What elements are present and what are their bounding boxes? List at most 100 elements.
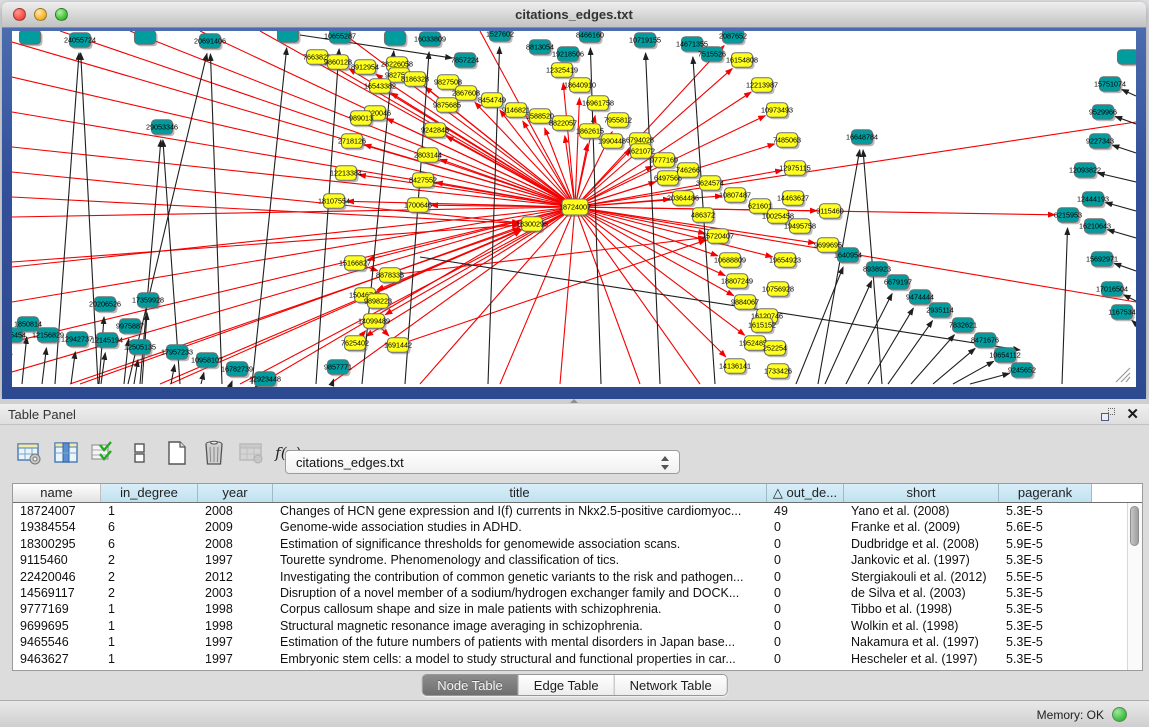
table-cell[interactable]: 1 xyxy=(101,618,198,634)
graph-node[interactable]: 8938923 xyxy=(863,262,891,279)
table-cell[interactable]: 9699695 xyxy=(13,618,101,634)
graph-node[interactable]: 1990448 xyxy=(598,134,626,151)
graph-node[interactable]: 8878335 xyxy=(376,268,404,285)
graph-node[interactable] xyxy=(1118,50,1137,67)
graph-node[interactable]: 1615152 xyxy=(748,318,776,335)
table-cell[interactable]: de Silva et al. (2003) xyxy=(844,585,999,601)
table-cell[interactable]: 0 xyxy=(767,585,844,601)
table-row[interactable]: 2242004622012Investigating the contribut… xyxy=(13,569,1127,585)
graph-node[interactable]: 14463627 xyxy=(777,191,809,208)
table-cell[interactable]: 1997 xyxy=(198,634,273,650)
table-row[interactable]: 946554611997Estimation of the future num… xyxy=(13,634,1127,650)
table-cell[interactable]: 2003 xyxy=(198,585,273,601)
select-columns-icon[interactable] xyxy=(90,440,116,466)
graph-node[interactable]: 12975115 xyxy=(779,161,810,178)
graph-node[interactable]: 9245652 xyxy=(1008,363,1036,380)
graph-node[interactable]: 9529966 xyxy=(1089,105,1117,122)
graph-node[interactable]: 1691442 xyxy=(384,338,412,355)
delete-table-icon[interactable] xyxy=(201,440,227,466)
graph-node[interactable]: 10973493 xyxy=(761,103,793,120)
graph-node[interactable]: 9115460 xyxy=(816,204,843,221)
graph-node[interactable]: 19654923 xyxy=(769,253,801,270)
graph-node[interactable]: 10719155 xyxy=(629,33,661,50)
graph-node[interactable]: 8471676 xyxy=(971,333,999,350)
table-cell[interactable]: 0 xyxy=(767,536,844,552)
table-cell[interactable]: 1998 xyxy=(198,601,273,617)
table-cell[interactable]: Structural magnetic resonance image aver… xyxy=(273,618,767,634)
graph-node[interactable]: 8813054 xyxy=(526,40,554,57)
table-row[interactable]: 1938455462009Genome-wide association stu… xyxy=(13,519,1127,535)
graph-node[interactable]: 15692971 xyxy=(1086,252,1118,269)
graph-node[interactable]: 7515526 xyxy=(698,47,726,64)
graph-node[interactable] xyxy=(135,31,158,46)
graph-node[interactable]: 12156829 xyxy=(32,328,64,345)
graph-node[interactable]: 16210643 xyxy=(1079,219,1111,236)
graph-node[interactable] xyxy=(385,31,408,47)
graph-node[interactable]: 8822057 xyxy=(549,116,577,133)
float-window-icon[interactable] xyxy=(1101,408,1115,421)
new-table-icon[interactable] xyxy=(164,440,190,466)
graph-node[interactable]: 10655287 xyxy=(324,31,356,45)
graph-node[interactable]: 12942737 xyxy=(61,332,93,349)
graph-node[interactable]: 1527602 xyxy=(486,31,514,43)
table-row[interactable]: 1830029562008Estimation of significance … xyxy=(13,536,1127,552)
graph-node[interactable]: 9777169 xyxy=(650,153,678,170)
table-cell[interactable]: 1 xyxy=(101,651,198,667)
table-cell[interactable]: Tourette syndrome. Phenomenology and cla… xyxy=(273,552,767,568)
graph-node[interactable]: 8466160 xyxy=(576,31,604,44)
graph-node[interactable]: 486372 xyxy=(691,208,715,225)
table-cell[interactable]: Disruption of a novel member of a sodium… xyxy=(273,585,767,601)
table-cell[interactable]: 1998 xyxy=(198,618,273,634)
table-cell[interactable]: 5.3E-5 xyxy=(999,618,1092,634)
graph-node[interactable]: 10958107 xyxy=(191,353,223,370)
table-row[interactable]: 911546021997Tourette syndrome. Phenomeno… xyxy=(13,552,1127,568)
graph-node[interactable]: 2935114 xyxy=(926,303,953,320)
divider-handle-icon[interactable] xyxy=(570,399,578,403)
table-settings-icon[interactable] xyxy=(16,440,42,466)
table-cell[interactable]: 0 xyxy=(767,569,844,585)
table-cell[interactable]: 5.3E-5 xyxy=(999,503,1092,519)
table-cell[interactable]: 49 xyxy=(767,503,844,519)
graph-node[interactable]: 20691406 xyxy=(194,34,226,51)
graph-node[interactable]: 8186328 xyxy=(401,72,429,89)
table-cell[interactable]: Dudbridge et al. (2008) xyxy=(844,536,999,552)
table-cell[interactable]: Stergiakouli et al. (2012) xyxy=(844,569,999,585)
column-header-short[interactable]: short xyxy=(844,484,999,502)
table-cell[interactable]: Jankovic et al. (1997) xyxy=(844,552,999,568)
rows-icon[interactable] xyxy=(127,440,153,466)
graph-node[interactable]: 12325419 xyxy=(546,63,578,80)
table-cell[interactable]: Genome-wide association studies in ADHD. xyxy=(273,519,767,535)
table-cell[interactable]: Tibbo et al. (1998) xyxy=(844,601,999,617)
table-cell[interactable]: 2 xyxy=(101,585,198,601)
graph-node[interactable] xyxy=(278,31,301,44)
table-cell[interactable]: Estimation of the future numbers of pati… xyxy=(273,634,767,650)
column-header-year[interactable]: year xyxy=(198,484,273,502)
graph-node[interactable]: 252254 xyxy=(763,341,787,358)
graph-node[interactable]: 16543382 xyxy=(364,79,396,96)
graph-node[interactable]: 19495758 xyxy=(784,219,816,236)
graph-node[interactable]: 16033809 xyxy=(414,32,446,49)
graph-node[interactable]: 7485063 xyxy=(773,133,801,150)
tab-node-table[interactable]: Node Table xyxy=(422,675,519,695)
graph-node[interactable]: 18107554 xyxy=(318,194,350,211)
close-panel-icon[interactable]: ✕ xyxy=(1126,406,1139,423)
table-row[interactable]: 946362711997Embryonic stem cells: a mode… xyxy=(13,651,1127,667)
graph-node[interactable]: 9857771 xyxy=(324,360,352,377)
column-header-in_degree[interactable]: in_degree xyxy=(101,484,198,502)
table-cell[interactable]: Embryonic stem cells: a model to study s… xyxy=(273,651,767,667)
table-cell[interactable]: Franke et al. (2009) xyxy=(844,519,999,535)
graph-node[interactable]: 9875685 xyxy=(433,98,461,115)
graph-node[interactable]: 10756928 xyxy=(762,282,794,299)
graph-node[interactable]: 17359928 xyxy=(132,293,164,310)
table-cell[interactable]: Estimation of significance thresholds fo… xyxy=(273,536,767,552)
graph-node[interactable]: 2718126 xyxy=(338,134,366,151)
graph-node[interactable]: 6679197 xyxy=(884,275,912,292)
graph-node[interactable]: 9699695 xyxy=(814,238,842,255)
table-cell[interactable]: 1997 xyxy=(198,552,273,568)
graph-node[interactable]: 9975887 xyxy=(116,319,144,336)
table-row[interactable]: 1456911722003Disruption of a novel membe… xyxy=(13,585,1127,601)
graph-node[interactable]: 9474444 xyxy=(906,290,934,307)
table-cell[interactable]: 22420046 xyxy=(13,569,101,585)
table-cell[interactable]: 19384554 xyxy=(13,519,101,535)
table-cell[interactable]: 9465546 xyxy=(13,634,101,650)
